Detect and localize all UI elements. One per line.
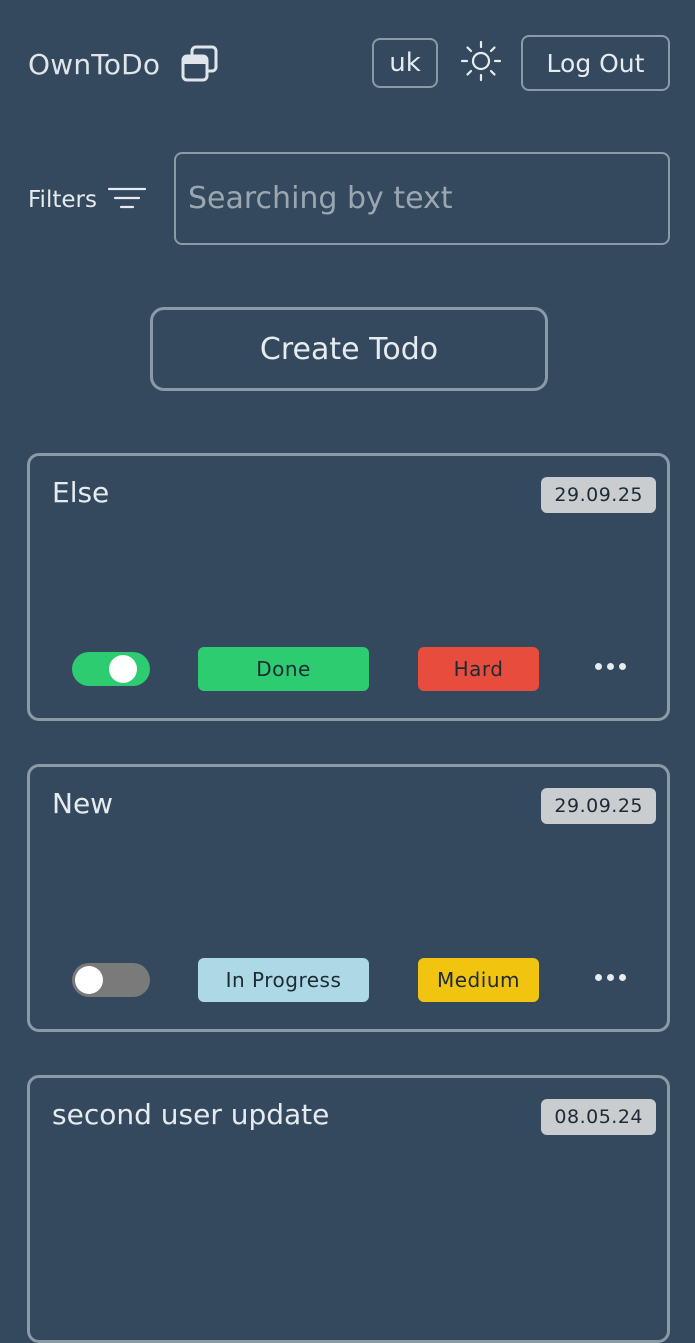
- app-header: OwnToDo uk Log Out: [0, 0, 695, 128]
- more-options-icon[interactable]: [590, 965, 630, 989]
- search-field: [174, 152, 670, 245]
- create-todo-button[interactable]: Create Todo: [150, 307, 548, 391]
- todo-date-badge: 08.05.24: [541, 1099, 656, 1135]
- status-badge[interactable]: In Progress: [198, 958, 369, 1002]
- filters-label: Filters: [28, 187, 97, 213]
- filters-toggle[interactable]: Filters: [28, 180, 147, 220]
- logout-button[interactable]: Log Out: [521, 35, 670, 91]
- logout-label: Log Out: [546, 48, 645, 78]
- language-button[interactable]: uk: [372, 38, 438, 88]
- todo-title: second user update: [52, 1098, 330, 1131]
- todo-card[interactable]: second user update 08.05.24: [27, 1075, 670, 1343]
- todo-title: Else: [52, 476, 110, 509]
- brand: OwnToDo: [28, 44, 220, 84]
- windows-stack-icon[interactable]: [180, 44, 220, 84]
- sun-icon: [460, 40, 502, 86]
- filter-lines-icon: [107, 184, 147, 216]
- language-label: uk: [389, 48, 421, 78]
- status-badge[interactable]: Done: [198, 647, 369, 691]
- search-input[interactable]: [186, 180, 668, 217]
- app-title: OwnToDo: [28, 47, 161, 81]
- theme-toggle-button[interactable]: [460, 40, 502, 86]
- toggle-knob: [109, 655, 137, 683]
- toggle-knob: [75, 966, 103, 994]
- more-options-icon[interactable]: [590, 654, 630, 678]
- todo-date-badge: 29.09.25: [541, 788, 656, 824]
- completion-toggle[interactable]: [72, 963, 150, 997]
- todo-card[interactable]: Else 29.09.25 Done Hard: [27, 453, 670, 721]
- todo-title: New: [52, 787, 114, 820]
- priority-badge[interactable]: Hard: [418, 647, 539, 691]
- create-todo-label: Create Todo: [259, 331, 439, 367]
- priority-badge[interactable]: Medium: [418, 958, 539, 1002]
- todo-card[interactable]: New 29.09.25 In Progress Medium: [27, 764, 670, 1032]
- completion-toggle[interactable]: [72, 652, 150, 686]
- todo-date-badge: 29.09.25: [541, 477, 656, 513]
